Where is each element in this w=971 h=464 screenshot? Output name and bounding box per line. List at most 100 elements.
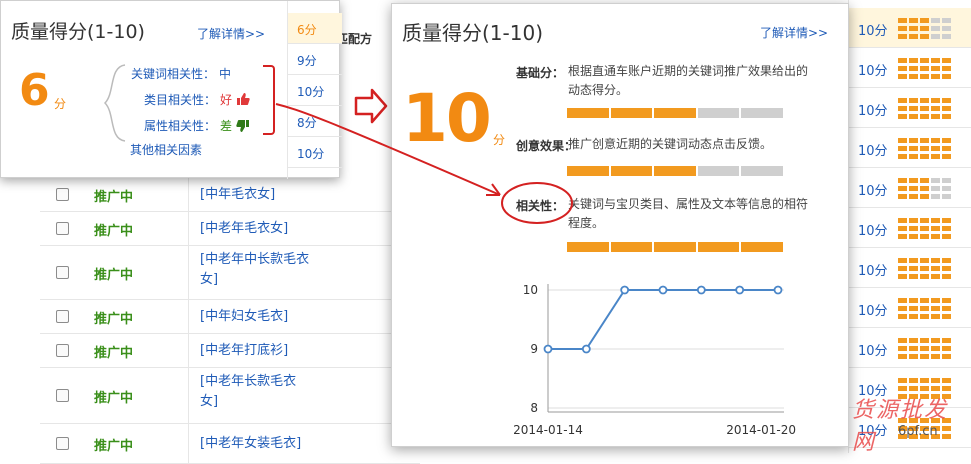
level-block — [942, 58, 951, 63]
score-cell[interactable]: 10分 — [849, 128, 971, 168]
level-block — [898, 26, 907, 31]
row-checkbox[interactable] — [56, 344, 69, 357]
bar-segment — [567, 242, 609, 252]
row-keyword[interactable]: [中老年女装毛衣] — [200, 434, 350, 454]
data-point — [543, 344, 553, 354]
quality-score-column: 10分 10分 10分 10分 10分 10分 10分 10分 10分 10分 10分 — [848, 0, 971, 453]
row-status: 推广中 — [94, 391, 134, 406]
level-block — [898, 274, 907, 279]
data-point — [696, 285, 706, 295]
row-keyword[interactable]: [中年毛衣女] — [200, 185, 350, 205]
level-block — [942, 306, 951, 311]
level-block — [920, 66, 929, 71]
table-row[interactable]: 推广中 [中老年打底衫] — [40, 334, 420, 368]
level-block — [920, 298, 929, 303]
score-cell[interactable]: 10分 — [849, 288, 971, 328]
table-row[interactable]: 推广中 [中老年中长款毛衣女] — [40, 246, 420, 300]
level-block — [898, 146, 907, 151]
metric-relevance-desc: 关键词与宝贝类目、属性及文本等信息的相符程度。 — [568, 197, 809, 230]
level-block — [898, 178, 907, 183]
detail-link[interactable]: 了解详情>> — [197, 25, 265, 42]
bar-segment — [697, 166, 740, 176]
level-block — [931, 226, 940, 231]
score-cell[interactable]: 10分 — [849, 88, 971, 128]
level-block — [920, 378, 929, 383]
table-row[interactable]: 推广中 [中老年长款毛衣女] — [40, 368, 420, 424]
side-score-cell[interactable]: 9分 — [288, 44, 342, 75]
row-checkbox[interactable] — [56, 188, 69, 201]
metric-relevance-label: 相关性： — [516, 199, 565, 213]
score-cell[interactable]: 10分 — [849, 168, 971, 208]
detail-link[interactable]: 了解详情>> — [760, 24, 828, 41]
score-cell[interactable]: 10分 — [849, 208, 971, 248]
popup-title: 质量得分(1-10) — [402, 21, 543, 45]
score-text: 10分 — [858, 144, 888, 159]
side-score-cell[interactable]: 8分 — [288, 106, 342, 137]
level-block — [942, 218, 951, 223]
bar-segment — [567, 108, 609, 118]
row-keyword[interactable]: [中老年打底衫] — [200, 341, 350, 361]
score-unit: 分 — [54, 97, 67, 111]
quality-score-popup-large: 质量得分(1-10) 了解详情>> 10 分 基础分： 根据直通车账户近期的关键… — [391, 3, 849, 447]
level-block — [909, 274, 918, 279]
level-block — [898, 34, 907, 39]
other-factors: 其他相关因素 — [130, 143, 203, 157]
level-block — [931, 258, 940, 263]
side-score-cell[interactable]: 10分 — [288, 137, 342, 168]
row-checkbox[interactable] — [56, 266, 69, 279]
side-score-cell[interactable]: 6分 — [288, 13, 342, 44]
level-block — [920, 338, 929, 343]
table-row[interactable]: 推广中 [中年毛衣女] — [40, 178, 420, 212]
level-block — [931, 378, 940, 383]
level-block — [942, 146, 951, 151]
side-score-text: 6分 — [297, 23, 317, 37]
level-block — [931, 98, 940, 103]
side-score-cell[interactable]: 10分 — [288, 75, 342, 106]
level-block — [898, 18, 907, 23]
score-cell[interactable]: 10分 — [849, 48, 971, 88]
level-block — [909, 186, 918, 191]
score-text: 10分 — [858, 184, 888, 199]
table-row[interactable]: 推广中 [中老年女装毛衣] — [40, 424, 420, 464]
y-tick-label: 8 — [530, 401, 538, 415]
metric-base-bar — [567, 108, 783, 118]
level-block — [920, 234, 929, 239]
level-block — [920, 346, 929, 351]
level-block — [931, 18, 940, 23]
score-cell[interactable]: 10分 — [849, 328, 971, 368]
level-block — [909, 138, 918, 143]
table-row[interactable]: 推广中 [中年妇女毛衣] — [40, 300, 420, 334]
level-block — [931, 66, 940, 71]
level-block — [942, 378, 951, 383]
score-cell[interactable]: 10分 — [849, 248, 971, 288]
row-checkbox[interactable] — [56, 389, 69, 402]
level-block — [898, 354, 907, 359]
level-block — [909, 386, 918, 391]
quality-score-popup-small: 质量得分(1-10) 了解详情>> 6 分 关键词相关性：中 类目相关性：好 属… — [0, 0, 342, 179]
column-divider — [188, 424, 189, 463]
row-checkbox[interactable] — [56, 222, 69, 235]
score-level-icon — [898, 218, 952, 240]
level-block — [942, 178, 951, 183]
level-block — [920, 274, 929, 279]
level-block — [909, 218, 918, 223]
table-row[interactable]: 推广中 [中老年毛衣女] — [40, 212, 420, 246]
row-checkbox[interactable] — [56, 437, 69, 450]
metric-creative-label: 创意效果： — [516, 139, 577, 153]
row-keyword[interactable]: [中年妇女毛衣] — [200, 307, 350, 327]
level-block — [920, 266, 929, 271]
score-level-icon — [898, 98, 952, 120]
row-keyword[interactable]: [中老年中长款毛衣女] — [200, 250, 312, 290]
score-cell[interactable]: 10分 — [849, 8, 971, 48]
level-block — [942, 298, 951, 303]
x-tick-label: 2014-01-20 — [726, 423, 796, 437]
factor-value: 中 — [219, 67, 232, 81]
row-checkbox[interactable] — [56, 310, 69, 323]
score-unit: 分 — [493, 133, 506, 147]
level-block — [898, 114, 907, 119]
level-block — [920, 18, 929, 23]
row-keyword[interactable]: [中老年长款毛衣女] — [200, 372, 312, 412]
y-tick-label: 10 — [523, 283, 538, 297]
factor-attribute-relevance: 属性相关性：差 — [144, 117, 250, 134]
row-keyword[interactable]: [中老年毛衣女] — [200, 219, 350, 239]
